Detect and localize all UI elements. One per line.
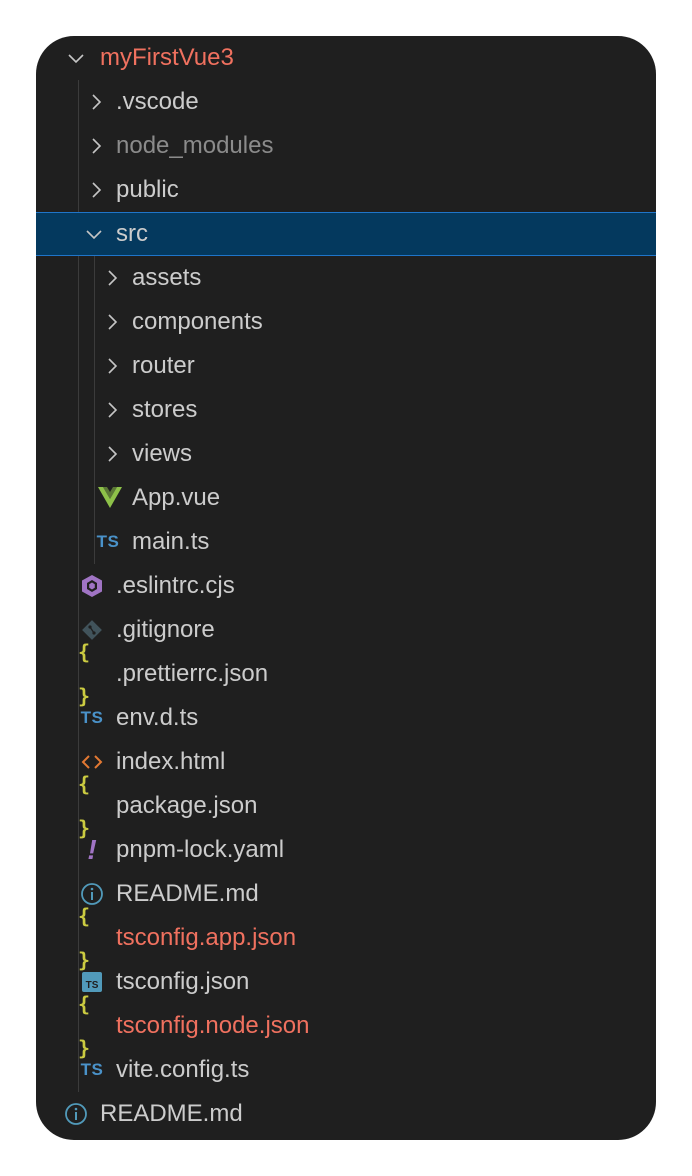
chevron-right-icon [98, 256, 126, 300]
root-folder-label: myFirstVue3 [100, 44, 234, 71]
chevron-right-icon [98, 300, 126, 344]
json-icon: { } [78, 772, 91, 840]
folder-vscode[interactable]: .vscode [36, 80, 656, 124]
file-readme-root[interactable]: README.md [36, 1092, 656, 1136]
file-label: .gitignore [116, 616, 215, 643]
file-label: main.ts [132, 528, 210, 555]
vue-icon [96, 476, 124, 520]
folder-public[interactable]: public [36, 168, 656, 212]
typescript-icon: TS [80, 1060, 104, 1079]
json-icon: { } [78, 992, 91, 1060]
file-package-json[interactable]: { } package.json [36, 772, 656, 840]
json-icon: { } [78, 904, 91, 972]
chevron-right-icon [98, 388, 126, 432]
chevron-right-icon [82, 80, 110, 124]
info-icon [62, 1092, 90, 1136]
file-eslintrc[interactable]: .eslintrc.cjs [36, 564, 656, 608]
file-tsconfig-node[interactable]: { } tsconfig.node.json [36, 992, 656, 1060]
chevron-right-icon [98, 432, 126, 476]
file-label: README.md [116, 880, 259, 907]
file-label: package.json [116, 792, 258, 819]
file-label: App.vue [132, 484, 221, 511]
file-prettierrc[interactable]: { } .prettierrc.json [36, 640, 656, 708]
folder-label: components [132, 308, 263, 335]
typescript-icon: TS [96, 532, 120, 551]
chevron-down-icon [80, 212, 108, 256]
json-icon: { } [78, 640, 91, 708]
folder-label: assets [132, 264, 202, 291]
file-label: tsconfig.app.json [116, 924, 297, 951]
file-label: README.md [100, 1100, 243, 1127]
file-label: .prettierrc.json [116, 660, 269, 687]
folder-label: node_modules [116, 132, 274, 159]
folder-label: stores [132, 396, 198, 423]
chevron-right-icon [98, 344, 126, 388]
file-env-d-ts[interactable]: TS env.d.ts [36, 696, 656, 740]
folder-src[interactable]: src [36, 212, 656, 256]
folder-assets[interactable]: assets [36, 256, 656, 300]
file-label: env.d.ts [116, 704, 199, 731]
file-label: vite.config.ts [116, 1056, 250, 1083]
chevron-right-icon [82, 124, 110, 168]
file-label: tsconfig.json [116, 968, 250, 995]
folder-stores[interactable]: stores [36, 388, 656, 432]
file-label: .eslintrc.cjs [116, 572, 235, 599]
chevron-down-icon [62, 36, 90, 80]
typescript-icon: TS [80, 708, 104, 727]
file-tsconfig-app[interactable]: { } tsconfig.app.json [36, 904, 656, 972]
file-main-ts[interactable]: TS main.ts [36, 520, 656, 564]
folder-views[interactable]: views [36, 432, 656, 476]
chevron-right-icon [82, 168, 110, 212]
folder-label: src [116, 220, 148, 247]
eslint-icon [78, 564, 106, 608]
file-explorer: myFirstVue3 .vscode node_modules public … [36, 36, 656, 1140]
file-gitignore[interactable]: .gitignore [36, 608, 656, 652]
file-label: index.html [116, 748, 226, 775]
folder-label: views [132, 440, 193, 467]
folder-components[interactable]: components [36, 300, 656, 344]
file-label: tsconfig.node.json [116, 1012, 310, 1039]
folder-label: .vscode [116, 88, 199, 115]
file-app-vue[interactable]: App.vue [36, 476, 656, 520]
file-index-html[interactable]: index.html [36, 740, 656, 784]
folder-router[interactable]: router [36, 344, 656, 388]
file-label: pnpm-lock.yaml [116, 836, 285, 863]
file-readme[interactable]: README.md [36, 872, 656, 916]
folder-label: router [132, 352, 195, 379]
file-vite-config[interactable]: TS vite.config.ts [36, 1048, 656, 1092]
folder-root[interactable]: myFirstVue3 [36, 36, 656, 80]
yaml-icon: ! [87, 834, 97, 865]
folder-node-modules[interactable]: node_modules [36, 124, 656, 168]
file-pnpm-lock[interactable]: ! pnpm-lock.yaml [36, 828, 656, 872]
folder-label: public [116, 176, 179, 203]
file-tsconfig[interactable]: TS tsconfig.json [36, 960, 656, 1004]
